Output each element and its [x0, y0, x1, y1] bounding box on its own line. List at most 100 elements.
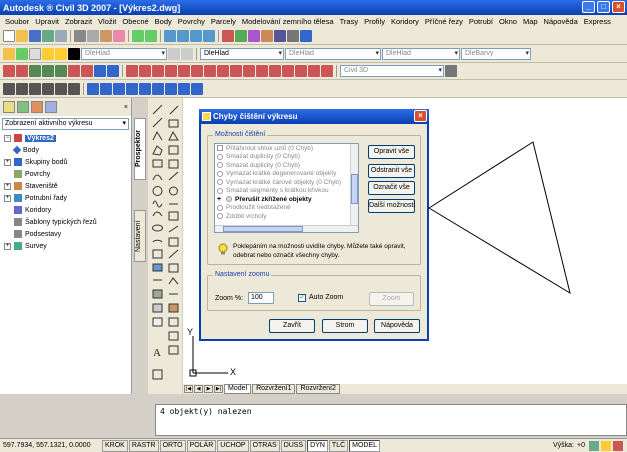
toggle-krok[interactable]: KROK: [102, 439, 128, 452]
menu-trasy[interactable]: Trasy: [337, 17, 361, 26]
scroll-thumb[interactable]: [351, 174, 358, 204]
close-window-button[interactable]: ×: [612, 1, 625, 13]
layer-combo[interactable]: DleHlad: [81, 47, 167, 60]
refresh-icon[interactable]: [31, 101, 43, 113]
undo-icon[interactable]: [132, 30, 144, 42]
transparent-command-8-icon[interactable]: [217, 65, 229, 77]
list-item[interactable]: Vymazat krátké čárové objekty (0 Chyb): [215, 178, 358, 187]
point-tool-icon[interactable]: [29, 65, 41, 77]
remove-all-button[interactable]: Odstranit vše: [368, 164, 415, 178]
open-icon[interactable]: [16, 30, 28, 42]
tree-item-sablony[interactable]: Šablony typických řezů: [4, 216, 131, 228]
expand-icon[interactable]: +: [217, 196, 223, 203]
view-4-icon[interactable]: [126, 82, 138, 95]
transparent-command-14-icon[interactable]: [295, 65, 307, 77]
draw-2-icon[interactable]: [16, 82, 28, 95]
view-5-icon[interactable]: [139, 82, 151, 95]
menu-pricne-rezy[interactable]: Příčné řezy: [422, 17, 466, 26]
tab-model[interactable]: Model: [224, 384, 252, 394]
parcel-icon[interactable]: [68, 65, 80, 77]
more-options-button[interactable]: Další možnosti: [368, 199, 415, 213]
list-item[interactable]: Vymazat krátké degenerované objekty: [215, 170, 358, 179]
transparent-command-1-icon[interactable]: [126, 65, 138, 77]
properties-icon[interactable]: [222, 30, 234, 42]
linetype-combo[interactable]: DleHlad: [285, 47, 381, 60]
menu-okno[interactable]: Okno: [496, 17, 520, 26]
view-1-icon[interactable]: [87, 82, 99, 95]
new-icon[interactable]: [3, 30, 15, 42]
prospector-icon[interactable]: [3, 101, 15, 113]
tree-item-staveniste[interactable]: + Staveniště: [4, 180, 131, 192]
draw-5-icon[interactable]: [55, 82, 67, 95]
transparent-command-16-icon[interactable]: [321, 65, 333, 77]
draw-1-icon[interactable]: [3, 82, 15, 95]
menu-povrchy[interactable]: Povrchy: [175, 17, 208, 26]
help-icon[interactable]: [300, 30, 312, 42]
make-current-icon[interactable]: [168, 47, 180, 60]
next-tab-icon[interactable]: ▶: [204, 385, 213, 393]
toggle-dyn[interactable]: DYN: [307, 439, 328, 452]
menu-profily[interactable]: Profily: [361, 17, 388, 26]
notification-icon[interactable]: [601, 440, 611, 451]
menu-express[interactable]: Express: [581, 17, 614, 26]
alignment-icon[interactable]: [94, 65, 106, 77]
save-icon[interactable]: [29, 30, 41, 42]
zoom-button[interactable]: Zoom: [369, 292, 414, 306]
menu-upravit[interactable]: Upravit: [32, 17, 62, 26]
layer-previous-icon[interactable]: [181, 47, 193, 60]
view-combo[interactable]: Zobrazení aktivního výkresu: [2, 118, 129, 130]
transparent-command-12-icon[interactable]: [269, 65, 281, 77]
transparent-command-11-icon[interactable]: [256, 65, 268, 77]
transparent-command-6-icon[interactable]: [191, 65, 203, 77]
view-7-icon[interactable]: [165, 82, 177, 95]
view-8-icon[interactable]: [178, 82, 190, 95]
command-line[interactable]: 4 objekt(y) nalezen: [155, 404, 627, 436]
calculator-icon[interactable]: [287, 30, 299, 42]
line-tool-icon[interactable]: [3, 65, 15, 77]
last-tab-icon[interactable]: ▶|: [214, 385, 223, 393]
transparent-command-7-icon[interactable]: [204, 65, 216, 77]
elevation-value[interactable]: +0: [577, 442, 585, 449]
transparent-command-13-icon[interactable]: [282, 65, 294, 77]
view-2-icon[interactable]: [100, 82, 112, 95]
expand-icon[interactable]: +: [4, 242, 11, 250]
workspace-settings-icon[interactable]: [445, 65, 457, 77]
list-item[interactable]: Smazat duplicity (0 Chyb): [215, 161, 358, 170]
tree-item-body[interactable]: Body: [4, 144, 131, 156]
menu-napoveda[interactable]: Nápověda: [541, 17, 581, 26]
tab-prospector[interactable]: Prospektor: [134, 118, 146, 180]
view-9-icon[interactable]: [191, 82, 203, 95]
zoom-previous-icon[interactable]: [203, 30, 215, 42]
tree-item-koridory[interactable]: Koridory: [4, 204, 131, 216]
menu-potrubi[interactable]: Potrubí: [466, 17, 496, 26]
tree-button[interactable]: Strom: [322, 319, 368, 333]
plotstyle-combo[interactable]: DleBarvy: [461, 47, 531, 60]
copy-icon[interactable]: [87, 30, 99, 42]
fix-all-button[interactable]: Opravit vše: [368, 145, 415, 159]
tree-item-survey[interactable]: + Survey: [4, 240, 131, 252]
list-item[interactable]: Zdobit vrcholy: [215, 212, 358, 221]
transparent-command-4-icon[interactable]: [165, 65, 177, 77]
surface-icon[interactable]: [55, 65, 67, 77]
close-icon[interactable]: ×: [414, 110, 427, 122]
tree-item-vykres2[interactable]: − Výkres2: [4, 132, 131, 144]
menu-vlozit[interactable]: Vložit: [95, 17, 119, 26]
tree-item-podsestavy[interactable]: Podsestavy: [4, 228, 131, 240]
collapse-icon[interactable]: −: [4, 134, 11, 142]
grading-icon[interactable]: [81, 65, 93, 77]
scroll-thumb[interactable]: [223, 226, 303, 232]
zoom-percent-input[interactable]: 100: [248, 292, 274, 304]
transparent-command-15-icon[interactable]: [308, 65, 320, 77]
cleanup-options-list[interactable]: Přitáhnout shluk uzlů (0 Chyb) Smazat du…: [214, 143, 359, 233]
tree-item-povrchy[interactable]: Povrchy: [4, 168, 131, 180]
view-6-icon[interactable]: [152, 82, 164, 95]
expand-icon[interactable]: +: [4, 194, 11, 202]
view-3-icon[interactable]: [113, 82, 125, 95]
toggle-otras[interactable]: OTRAS: [249, 439, 280, 452]
settings-icon[interactable]: [17, 101, 29, 113]
tab-rozvrzeni1[interactable]: Rozvržení1: [252, 384, 296, 394]
layer-manager-icon[interactable]: [3, 47, 15, 60]
list-vertical-scrollbar[interactable]: [350, 144, 358, 232]
help-button[interactable]: Nápověda: [374, 319, 420, 333]
close-panel-icon[interactable]: ×: [124, 104, 128, 111]
